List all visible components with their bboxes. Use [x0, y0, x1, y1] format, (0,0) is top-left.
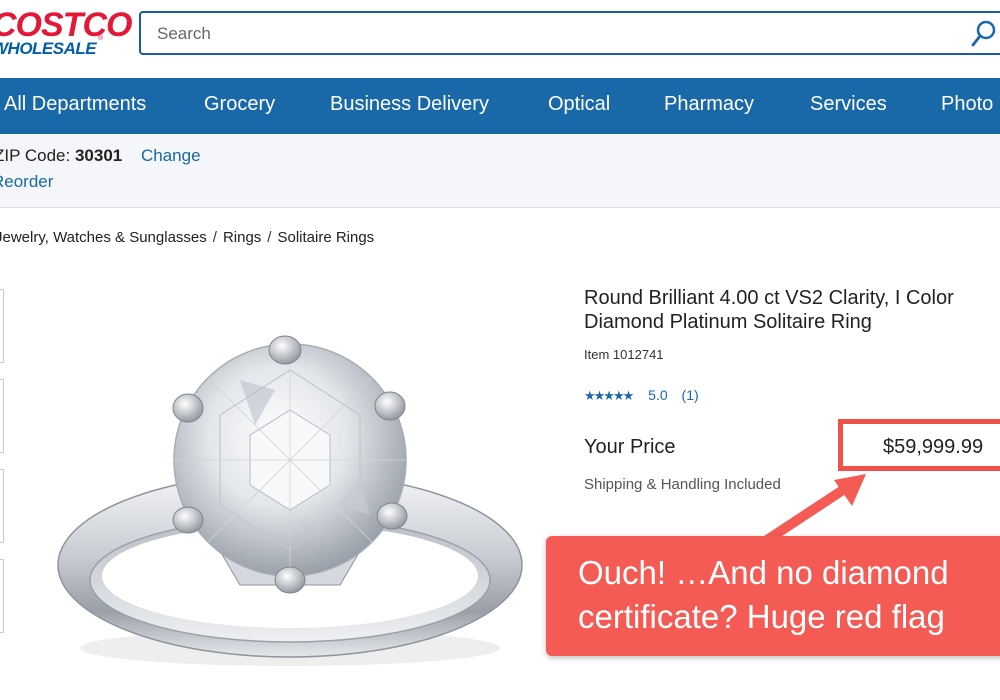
price-value: $59,999.99	[883, 436, 984, 458]
nav-pharmacy[interactable]: Pharmacy	[664, 93, 754, 116]
zip-bar: ZIP Code: 30301 Change Reorder	[0, 134, 1000, 208]
zip-code-display: ZIP Code: 30301	[0, 146, 122, 166]
costco-logo[interactable]: COSTCO ® WHOLESALE	[0, 6, 132, 60]
nav-business-delivery[interactable]: Business Delivery	[330, 93, 489, 116]
item-number-label: Item	[584, 347, 610, 362]
logo-subtitle: WHOLESALE	[0, 39, 97, 58]
item-number-value: 1012741	[612, 347, 664, 362]
review-count-link[interactable]: (1)	[682, 387, 699, 403]
thumbnail-3[interactable]	[0, 469, 4, 543]
thumbnail-2[interactable]	[0, 379, 4, 453]
rating-stars-icon: ★★★★★	[584, 388, 634, 403]
annotation-text-line-2: certificate? Huge red flag	[578, 598, 945, 635]
zip-code-label: ZIP Code:	[0, 146, 71, 165]
product-title-line-2: Diamond Platinum Solitaire Ring	[584, 311, 872, 333]
search-bar	[139, 11, 1000, 55]
nav-services[interactable]: Services	[810, 93, 887, 116]
breadcrumb-jewelry[interactable]: Jewelry, Watches & Sunglasses	[0, 229, 207, 246]
breadcrumb-separator: /	[212, 229, 217, 246]
rating-score: 5.0	[648, 387, 668, 403]
breadcrumb-separator: /	[267, 229, 272, 246]
breadcrumb-rings[interactable]: Rings	[223, 229, 261, 246]
zip-change-link[interactable]: Change	[141, 146, 201, 166]
annotation-callout: Ouch! …And no diamond certificate? Huge …	[546, 536, 1000, 656]
annotation-text-line-1: Ouch! …And no diamond	[578, 554, 949, 591]
nav-grocery[interactable]: Grocery	[204, 93, 275, 116]
price-label: Your Price	[584, 436, 676, 458]
product-title-line-1: Round Brilliant 4.00 ct VS2 Clarity, I C…	[584, 287, 954, 309]
item-number: Item 1012741	[584, 347, 664, 362]
nav-optical[interactable]: Optical	[548, 93, 610, 116]
product-rating[interactable]: ★★★★★ 5.0 (1)	[584, 387, 699, 404]
nav-photo[interactable]: Photo	[941, 93, 993, 116]
logo-registered-mark: ®	[98, 35, 104, 42]
main-nav: All Departments Grocery Business Deliver…	[0, 78, 1000, 134]
breadcrumb-solitaire-rings[interactable]: Solitaire Rings	[277, 229, 374, 246]
reorder-link[interactable]: Reorder	[0, 172, 53, 192]
breadcrumb: Jewelry, Watches & Sunglasses / Rings / Soli…	[0, 229, 374, 246]
product-title: Round Brilliant 4.00 ct VS2 Clarity, I C…	[584, 286, 1000, 334]
zip-code-value: 30301	[74, 146, 123, 165]
thumbnail-4[interactable]	[0, 559, 4, 633]
header: COSTCO ® WHOLESALE	[0, 0, 1000, 78]
price-highlight-box: $59,999.99	[838, 419, 1000, 471]
product-image[interactable]	[40, 330, 540, 675]
search-input[interactable]	[157, 21, 937, 47]
nav-all-departments[interactable]: All Departments	[4, 93, 146, 116]
search-icon[interactable]	[971, 20, 997, 48]
thumbnail-1[interactable]	[0, 289, 4, 363]
